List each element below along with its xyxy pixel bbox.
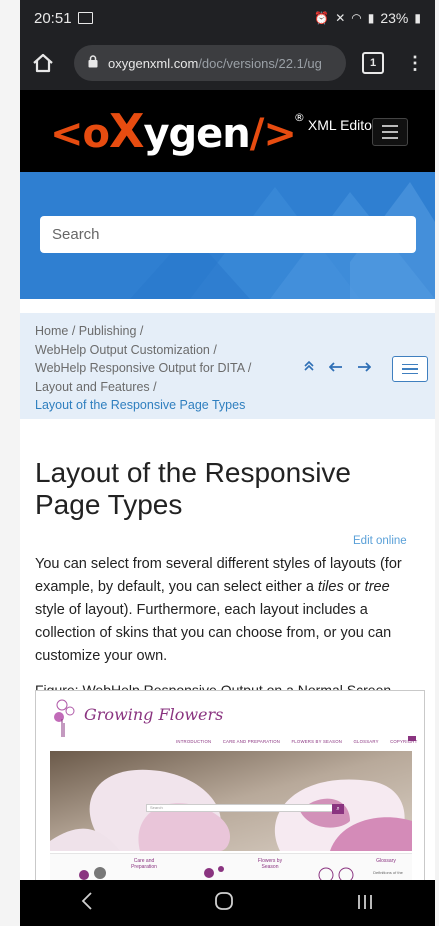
- wifi-icon: ◠: [351, 11, 362, 25]
- logo-part-close: />: [249, 111, 297, 157]
- hamburger-icon-line: [402, 363, 418, 366]
- figure-search-icon: ⌕: [332, 804, 344, 814]
- mute-icon: ✕: [335, 11, 346, 25]
- hamburger-icon-line: [402, 372, 418, 375]
- figure-screenshot: Growing Flowers INTRODUCTION CARE AND PR…: [35, 690, 425, 882]
- edit-online-link[interactable]: Edit online: [353, 535, 407, 547]
- url-path: /doc/versions/22.1/ug: [198, 55, 322, 71]
- site-header: <o X ygen /> ® XML Editor: [20, 90, 435, 172]
- product-name: XML Editor: [307, 117, 377, 133]
- home-nav-icon[interactable]: [214, 890, 234, 916]
- figure-hero-image: [50, 751, 412, 851]
- paragraph-text: style of layout). Furthermore, each layo…: [35, 602, 392, 664]
- flower-logo-icon: [54, 699, 75, 737]
- figure-brand-title: Growing Flowers: [84, 705, 224, 724]
- tab-switcher-button[interactable]: 1: [362, 52, 384, 74]
- hamburger-icon-line: [382, 137, 398, 139]
- site-menu-button[interactable]: [372, 118, 408, 146]
- breadcrumb-item-webhelp-responsive[interactable]: WebHelp Responsive Output for DITA /: [35, 359, 435, 378]
- screen-frame-left: [0, 0, 20, 926]
- breadcrumb-item-layout-features[interactable]: Layout and Features /: [35, 378, 435, 397]
- figure-book-icon: [408, 736, 416, 741]
- home-icon: [33, 53, 53, 73]
- logo-part-open: <o: [50, 111, 110, 157]
- figure-card-glossary: Glossary: [376, 858, 396, 864]
- previous-topic-arrow-icon[interactable]: [328, 359, 343, 378]
- phone-screen: 20:51 ⏰ ✕ ◠ ▮ 23% ▮ oxygenxml.com/doc/ve…: [20, 0, 435, 926]
- address-bar[interactable]: oxygenxml.com/doc/versions/22.1/ug: [74, 45, 346, 81]
- logo-part-ygen: ygen: [143, 111, 250, 157]
- breadcrumb: Home / Publishing / WebHelp Output Custo…: [20, 313, 435, 419]
- lock-icon: [88, 55, 98, 71]
- browser-toolbar: oxygenxml.com/doc/versions/22.1/ug 1 ⋮: [20, 36, 435, 90]
- browser-menu-icon[interactable]: ⋮: [406, 54, 424, 72]
- figure-card-care: Care and Preparation: [131, 858, 157, 870]
- paragraph-text: or: [343, 579, 365, 595]
- home-button[interactable]: [30, 50, 56, 76]
- paragraph-emphasis-tree: tree: [364, 579, 390, 595]
- figure-card-season-icon: [204, 866, 224, 878]
- topic-navigation: [303, 359, 372, 378]
- figure-nav-item: CARE AND PREPARATION: [222, 739, 281, 744]
- paragraph-emphasis-tiles: tiles: [317, 579, 344, 595]
- signal-icon: ▮: [367, 11, 375, 25]
- registered-mark: ®: [293, 111, 305, 124]
- logo-part-x: X: [109, 104, 144, 158]
- search-input[interactable]: [40, 216, 416, 253]
- alarm-icon: ⏰: [314, 11, 330, 25]
- url-domain: oxygenxml.com: [108, 55, 199, 71]
- figure-nav-item: INTRODUCTION: [176, 739, 212, 744]
- figure-card-flower-icon: [79, 867, 106, 880]
- breadcrumb-item-webhelp-customization[interactable]: WebHelp Output Customization /: [35, 341, 435, 360]
- oxygen-logo[interactable]: <o X ygen /> ®: [50, 104, 305, 158]
- breadcrumb-current: Layout of the Responsive Page Types: [35, 398, 246, 412]
- breadcrumb-item-home-publishing[interactable]: Home / Publishing /: [35, 322, 435, 341]
- toc-menu-button[interactable]: [392, 356, 428, 382]
- back-nav-icon[interactable]: [81, 890, 93, 916]
- collapse-up-icon[interactable]: [303, 359, 315, 378]
- figure-search-input: Search: [146, 804, 334, 812]
- topic-content: Layout of the Responsive Page Types Edit…: [20, 457, 435, 698]
- figure-nav: INTRODUCTION CARE AND PREPARATION FLOWER…: [176, 739, 424, 744]
- android-navigation-bar: [20, 880, 435, 926]
- status-icons: ⏰ ✕ ◠ ▮ 23% ▮: [314, 10, 421, 26]
- status-time: 20:51: [34, 9, 72, 27]
- recents-nav-icon[interactable]: [356, 890, 374, 916]
- screen-frame-right: [435, 0, 439, 926]
- figure-card-glossary-icon: [318, 867, 354, 881]
- page-title: Layout of the Responsive Page Types: [35, 457, 351, 520]
- status-bar: 20:51 ⏰ ✕ ◠ ▮ 23% ▮: [20, 0, 435, 36]
- spacer: [20, 299, 435, 313]
- search-banner: [20, 172, 435, 299]
- gallery-notification-icon: [77, 12, 93, 24]
- figure-nav-item: GLOSSARY: [353, 739, 379, 744]
- figure-card-glossary-desc: Definitions of the: [373, 870, 403, 875]
- next-topic-arrow-icon[interactable]: [357, 359, 372, 378]
- hamburger-icon-line: [402, 368, 418, 370]
- hamburger-icon-line: [382, 131, 398, 133]
- figure-card-seasons: Flowers by Season: [257, 858, 283, 870]
- battery-icon: ▮: [414, 11, 421, 25]
- intro-paragraph: You can select from several different st…: [35, 553, 420, 668]
- battery-percent: 23%: [380, 10, 409, 26]
- figure-nav-item: FLOWERS BY SEASON: [291, 739, 343, 744]
- hamburger-icon-line: [382, 125, 398, 127]
